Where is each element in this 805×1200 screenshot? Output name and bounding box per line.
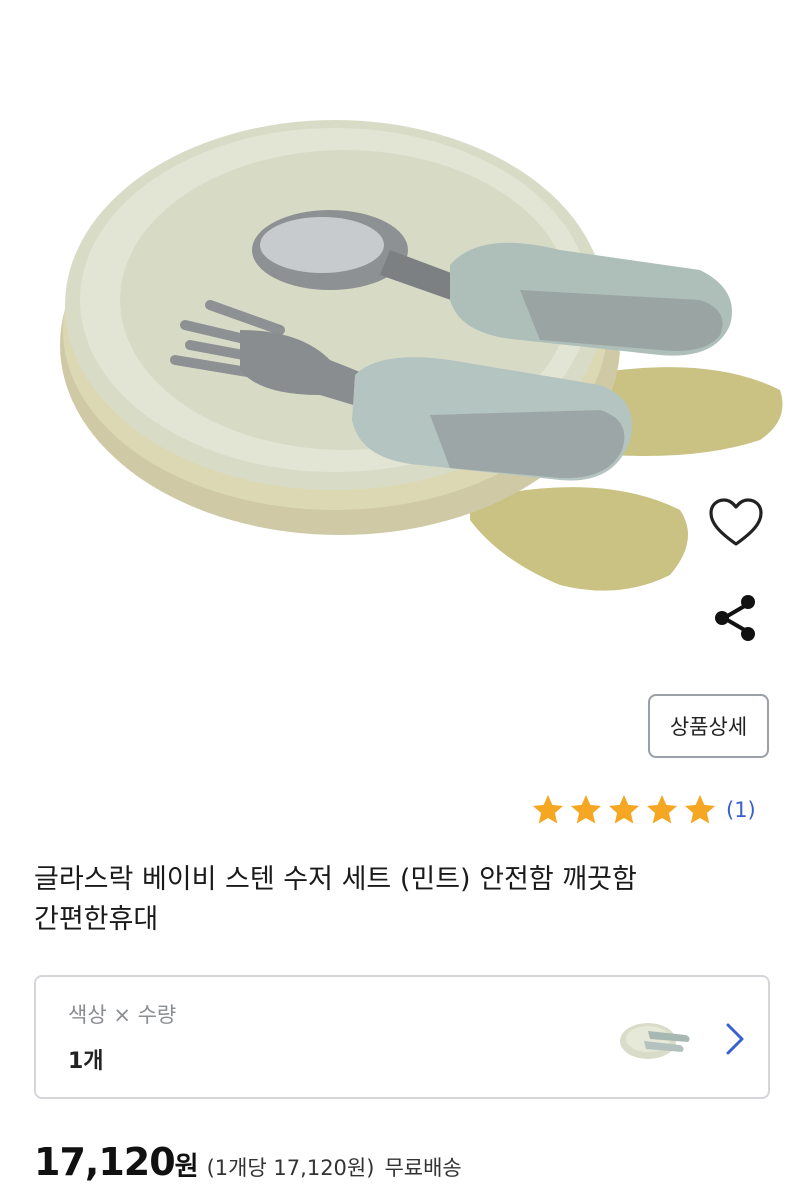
star-rating — [530, 792, 720, 828]
star-icon — [685, 795, 715, 824]
product-thumbnail — [620, 1023, 690, 1059]
price: 17,120 — [34, 1140, 176, 1184]
option-label: 색상 × 수량 — [68, 1003, 177, 1027]
price-currency: 원 — [174, 1152, 199, 1182]
option-selector[interactable]: 색상 × 수량 1개 — [34, 975, 770, 1099]
rating: (1) — [530, 790, 756, 830]
star-icon — [647, 795, 677, 824]
favorite-button[interactable] — [705, 492, 767, 554]
review-count-link[interactable]: (1) — [726, 798, 756, 822]
star-icon — [571, 795, 601, 824]
product-title: 글라스락 베이비 스텐 수저 세트 (민트) 안전함 깨끗함 간편한휴대 — [34, 860, 774, 940]
star-icon — [609, 795, 639, 824]
shipping-info: 무료배송 — [384, 1156, 462, 1180]
price-row: 17,120 원 (1개당 17,120원) 무료배송 — [34, 1140, 462, 1184]
share-icon — [715, 595, 755, 641]
unit-price: (1개당 17,120원) — [206, 1156, 375, 1180]
share-button[interactable] — [708, 590, 764, 646]
option-value: 1개 — [68, 1049, 104, 1074]
product-title-line2: 간편한휴대 — [34, 904, 159, 935]
chevron-right-icon — [726, 1023, 744, 1055]
product-image — [0, 0, 805, 660]
star-icon — [533, 795, 563, 824]
product-title-line1: 글라스락 베이비 스텐 수저 세트 (민트) 안전함 깨끗함 — [34, 864, 637, 895]
heart-outline-icon — [709, 498, 763, 546]
product-detail-button[interactable]: 상품상세 — [648, 694, 769, 758]
